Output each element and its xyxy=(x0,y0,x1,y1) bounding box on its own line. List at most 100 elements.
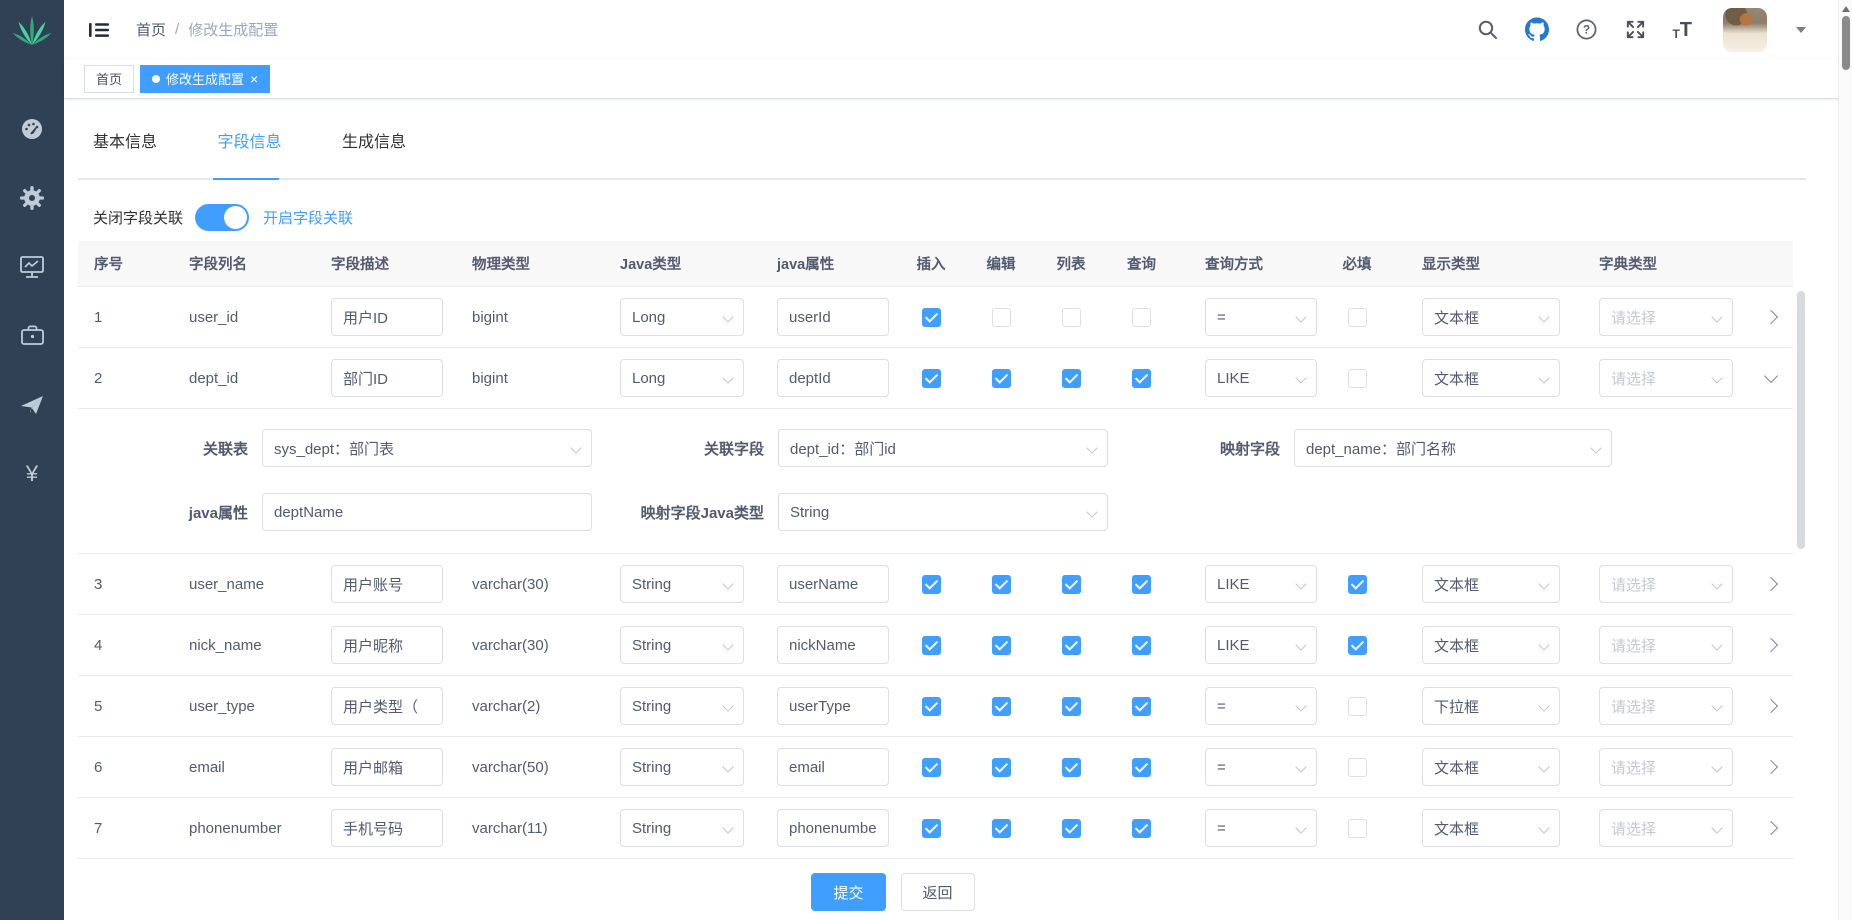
query-checkbox[interactable] xyxy=(1132,575,1151,594)
java-type-select[interactable]: Long xyxy=(620,359,744,397)
sidebar-item-system[interactable] xyxy=(0,163,64,232)
association-switch[interactable] xyxy=(195,204,249,231)
submit-button[interactable]: 提交 xyxy=(811,873,885,911)
list-checkbox[interactable] xyxy=(1062,758,1081,777)
query-checkbox[interactable] xyxy=(1132,697,1151,716)
sidebar-item-finance[interactable]: ¥ xyxy=(0,439,64,508)
query-mode-select[interactable]: = xyxy=(1205,748,1317,786)
field-desc-input[interactable] xyxy=(331,565,443,603)
page-scrollbar[interactable] xyxy=(1838,0,1852,920)
required-checkbox[interactable] xyxy=(1348,575,1367,594)
java-attr-input[interactable] xyxy=(777,298,889,336)
display-type-select[interactable]: 文本框 xyxy=(1422,565,1560,603)
font-size-icon[interactable]: TT xyxy=(1672,20,1692,40)
sidebar-toggle-icon[interactable] xyxy=(88,21,110,39)
search-icon[interactable] xyxy=(1476,18,1500,42)
field-desc-input[interactable] xyxy=(331,809,443,847)
edit-checkbox[interactable] xyxy=(992,369,1011,388)
insert-checkbox[interactable] xyxy=(922,697,941,716)
dict-type-select[interactable]: 请选择 xyxy=(1599,565,1733,603)
display-type-select[interactable]: 文本框 xyxy=(1422,626,1560,664)
field-desc-input[interactable] xyxy=(331,687,443,725)
query-mode-select[interactable]: LIKE xyxy=(1205,565,1317,603)
scrollbar-thumb[interactable] xyxy=(1842,16,1850,70)
insert-checkbox[interactable] xyxy=(922,575,941,594)
field-desc-input[interactable] xyxy=(331,626,443,664)
expand-row-icon[interactable] xyxy=(1764,369,1778,383)
field-desc-input[interactable] xyxy=(331,298,443,336)
query-mode-select[interactable]: = xyxy=(1205,298,1317,336)
dict-type-select[interactable]: 请选择 xyxy=(1599,359,1733,397)
required-checkbox[interactable] xyxy=(1348,636,1367,655)
query-mode-select[interactable]: LIKE xyxy=(1205,626,1317,664)
java-type-select[interactable]: String xyxy=(620,687,744,725)
tab-basic-info[interactable]: 基本信息 xyxy=(93,128,157,152)
edit-checkbox[interactable] xyxy=(992,819,1011,838)
query-checkbox[interactable] xyxy=(1132,308,1151,327)
list-checkbox[interactable] xyxy=(1062,636,1081,655)
query-mode-select[interactable]: LIKE xyxy=(1205,359,1317,397)
edit-checkbox[interactable] xyxy=(992,636,1011,655)
java-attr-input[interactable] xyxy=(777,687,889,725)
sidebar-item-deploy[interactable] xyxy=(0,370,64,439)
insert-checkbox[interactable] xyxy=(922,758,941,777)
dict-type-select[interactable]: 请选择 xyxy=(1599,809,1733,847)
assoc-field-select[interactable]: dept_id：部门id xyxy=(778,429,1108,467)
tab-gen-info[interactable]: 生成信息 xyxy=(342,128,406,152)
java-type-select[interactable]: Long xyxy=(620,298,744,336)
edit-checkbox[interactable] xyxy=(992,308,1011,327)
display-type-select[interactable]: 下拉框 xyxy=(1422,687,1560,725)
dict-type-select[interactable]: 请选择 xyxy=(1599,687,1733,725)
display-type-select[interactable]: 文本框 xyxy=(1422,748,1560,786)
expand-row-icon[interactable] xyxy=(1764,638,1778,652)
query-checkbox[interactable] xyxy=(1132,758,1151,777)
close-icon[interactable]: × xyxy=(250,72,258,86)
list-checkbox[interactable] xyxy=(1062,575,1081,594)
required-checkbox[interactable] xyxy=(1348,308,1367,327)
insert-checkbox[interactable] xyxy=(922,636,941,655)
user-avatar[interactable] xyxy=(1723,8,1767,52)
help-icon[interactable]: ? xyxy=(1574,18,1598,42)
sidebar-item-monitor[interactable] xyxy=(0,232,64,301)
java-attr-input[interactable] xyxy=(777,748,889,786)
query-mode-select[interactable]: = xyxy=(1205,687,1317,725)
query-checkbox[interactable] xyxy=(1132,369,1151,388)
list-checkbox[interactable] xyxy=(1062,369,1081,388)
java-type-select[interactable]: String xyxy=(620,626,744,664)
assoc-table-select[interactable]: sys_dept：部门表 xyxy=(262,429,592,467)
expand-row-icon[interactable] xyxy=(1764,310,1778,324)
table-vertical-scrollbar[interactable] xyxy=(1797,291,1805,549)
list-checkbox[interactable] xyxy=(1062,308,1081,327)
insert-checkbox[interactable] xyxy=(922,819,941,838)
required-checkbox[interactable] xyxy=(1348,369,1367,388)
list-checkbox[interactable] xyxy=(1062,697,1081,716)
scrollbar-up-arrow-icon[interactable] xyxy=(1842,6,1850,12)
java-attr-input[interactable] xyxy=(777,359,889,397)
query-mode-select[interactable]: = xyxy=(1205,809,1317,847)
query-checkbox[interactable] xyxy=(1132,819,1151,838)
display-type-select[interactable]: 文本框 xyxy=(1422,359,1560,397)
edit-checkbox[interactable] xyxy=(992,575,1011,594)
edit-checkbox[interactable] xyxy=(992,697,1011,716)
java-attr-input[interactable] xyxy=(777,809,889,847)
edit-checkbox[interactable] xyxy=(992,758,1011,777)
list-checkbox[interactable] xyxy=(1062,819,1081,838)
required-checkbox[interactable] xyxy=(1348,819,1367,838)
java-attr-input[interactable] xyxy=(777,565,889,603)
app-logo[interactable] xyxy=(0,0,64,62)
display-type-select[interactable]: 文本框 xyxy=(1422,298,1560,336)
required-checkbox[interactable] xyxy=(1348,758,1367,777)
back-button[interactable]: 返回 xyxy=(901,873,975,911)
expand-row-icon[interactable] xyxy=(1764,577,1778,591)
java-attr-input[interactable] xyxy=(777,626,889,664)
required-checkbox[interactable] xyxy=(1348,697,1367,716)
java-type-select[interactable]: String xyxy=(620,809,744,847)
breadcrumb-home[interactable]: 首页 xyxy=(136,19,166,40)
sidebar-item-tool[interactable] xyxy=(0,301,64,370)
java-type-select[interactable]: String xyxy=(620,748,744,786)
sidebar-item-dashboard[interactable] xyxy=(0,94,64,163)
display-type-select[interactable]: 文本框 xyxy=(1422,809,1560,847)
dict-type-select[interactable]: 请选择 xyxy=(1599,748,1733,786)
field-desc-input[interactable] xyxy=(331,359,443,397)
map-java-attr-input[interactable] xyxy=(262,493,592,531)
